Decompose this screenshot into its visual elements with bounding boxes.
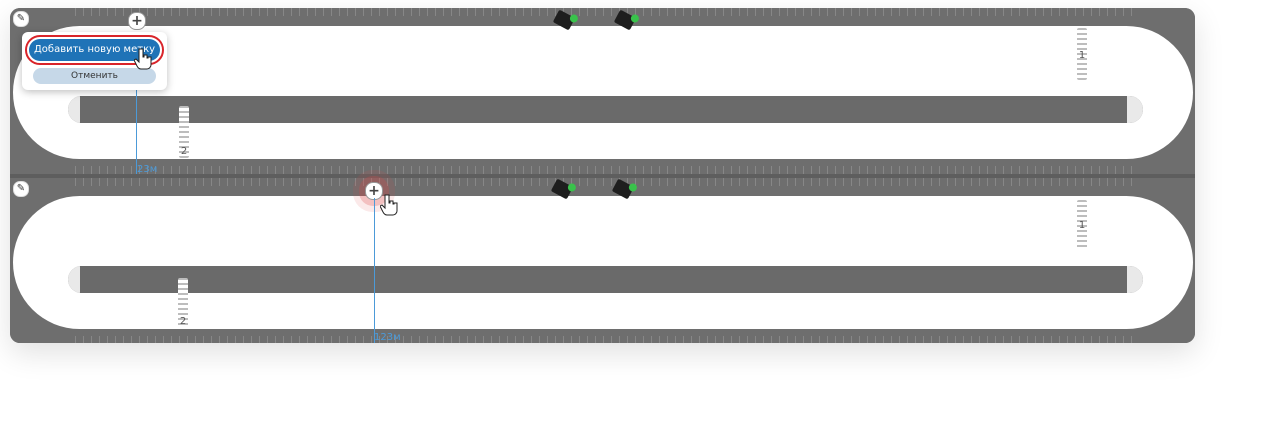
track-loop: 1 2 [13,196,1193,329]
track-panel-top: 1 2 ✎ + 23м Добавить новую метку Отменит… [10,8,1195,175]
track-map-card: 1 2 ✎ + 23м Добавить новую метку Отменит… [10,8,1195,343]
pin-marker[interactable]: 2 [179,106,189,158]
pencil-icon[interactable]: ✎ [13,181,29,197]
hand-pointer-icon [379,194,398,216]
pencil-icon[interactable]: ✎ [13,11,29,27]
track-panel-bottom: 1 2 ✎ + 123м [10,178,1195,343]
measure-line [374,198,375,343]
pin-marker[interactable]: 2 [178,278,188,328]
ruler-top [75,178,1135,186]
cancel-button[interactable]: Отменить [33,68,156,84]
pin-label: 2 [180,146,188,157]
pin-label: 1 [1078,220,1086,231]
pin-label: 1 [1078,50,1086,61]
pin-marker[interactable]: 1 [1077,28,1087,80]
ruler-bottom [75,336,1135,343]
track-loop: 1 2 [13,26,1193,159]
measure-line [136,90,137,174]
hand-pointer-icon [133,48,152,70]
track-center-bar [68,96,1143,123]
plus-icon[interactable]: + [128,12,146,30]
measure-label: 123м [374,332,401,343]
track-center-bar [68,266,1143,293]
pin-label: 2 [179,316,187,327]
ruler-bottom [75,166,1135,174]
ruler-top [75,8,1135,16]
pin-marker[interactable]: 1 [1077,200,1087,250]
